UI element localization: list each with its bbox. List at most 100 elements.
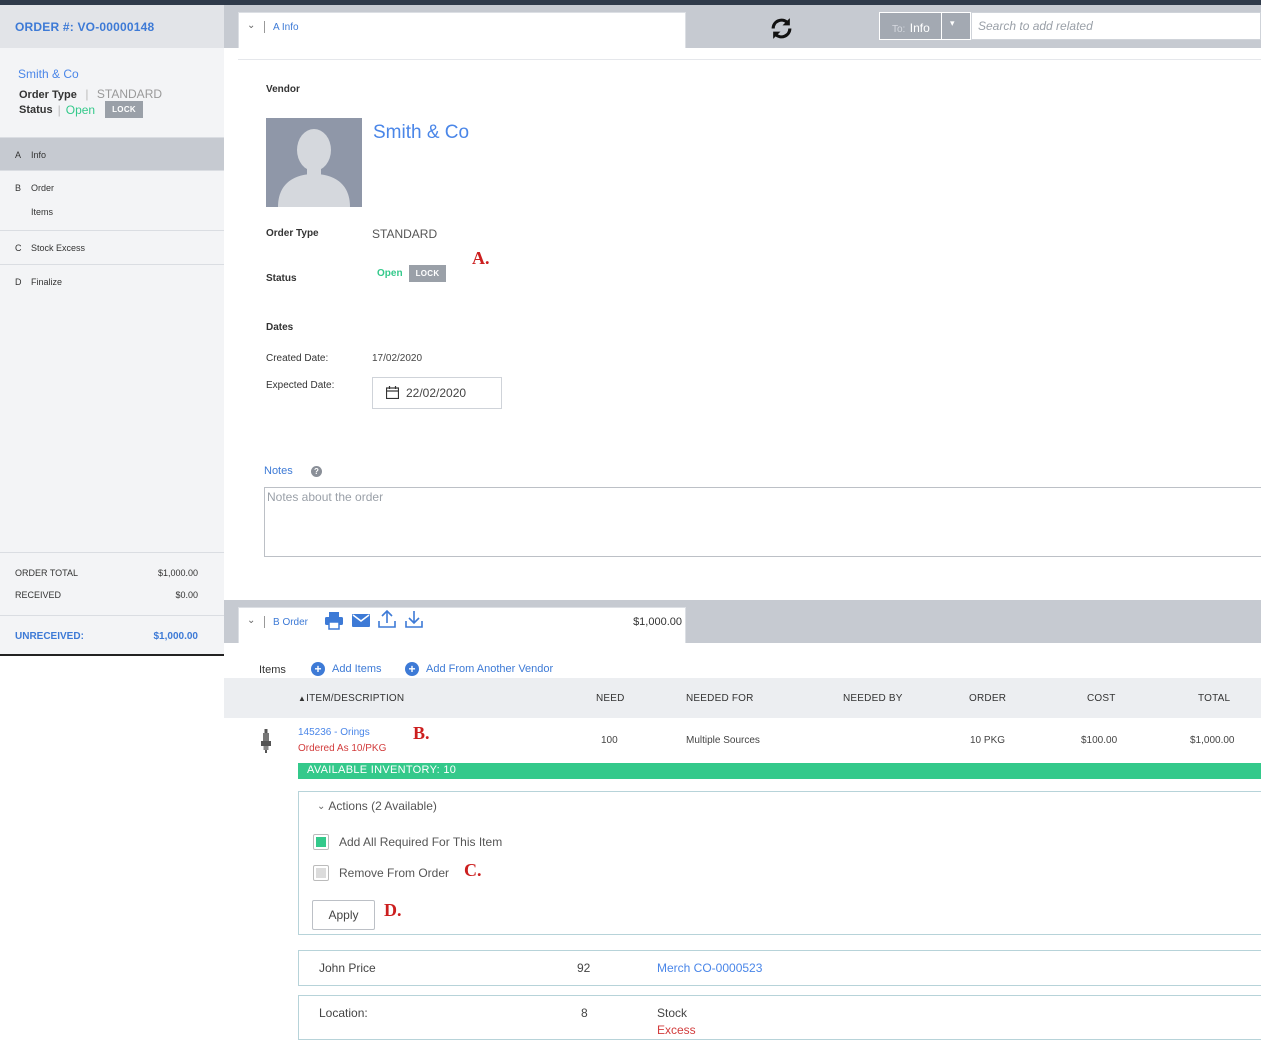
source-name: John Price: [319, 961, 376, 975]
received-value: $0.00: [175, 590, 198, 600]
lock-button[interactable]: LOCK: [105, 101, 143, 118]
ordered-as-text: Ordered As 10/PKG: [298, 743, 387, 754]
actions-title: Actions (2 Available): [328, 799, 437, 813]
to-selector[interactable]: To: Info ▾: [879, 12, 971, 40]
add-all-required-label[interactable]: Add All Required For This Item: [339, 835, 502, 849]
remove-from-order-checkbox[interactable]: [313, 865, 329, 881]
expected-date-label: Expected Date:: [266, 380, 335, 391]
source-ref-link[interactable]: Merch CO-0000523: [657, 961, 762, 975]
source-row: Location: 8 Stock Excess: [298, 995, 1261, 1040]
add-items-button[interactable]: + Add Items: [311, 662, 382, 676]
source-row: John Price 92 Merch CO-0000523: [298, 950, 1261, 986]
column-header-order[interactable]: ORDER: [969, 693, 1006, 704]
source-ref-sub: Excess: [657, 1023, 696, 1037]
lock-button[interactable]: LOCK: [408, 265, 447, 282]
needed-for-cell: Multiple Sources: [686, 735, 760, 746]
annotation-d: D.: [384, 900, 402, 920]
created-date-value: 17/02/2020: [372, 353, 423, 364]
download-icon[interactable]: [404, 609, 424, 634]
nav-label-finalize: Finalize: [31, 277, 63, 287]
total-cell: $1,000.00: [1190, 735, 1235, 746]
annotation-a: A.: [472, 248, 490, 268]
divider: [238, 59, 1261, 60]
remove-from-order-label[interactable]: Remove From Order: [339, 866, 449, 880]
source-name: Location:: [319, 1006, 368, 1020]
created-date-label: Created Date:: [266, 353, 329, 364]
refresh-icon[interactable]: [769, 16, 794, 41]
order-type-value: STANDARD: [96, 87, 163, 101]
column-header-cost[interactable]: COST: [1087, 693, 1116, 704]
column-header-needed-by[interactable]: NEEDED BY: [843, 693, 903, 704]
received-label: RECEIVED: [15, 590, 62, 600]
order-number: ORDER #: VO-00000148: [15, 20, 155, 34]
column-label: ITEM/DESCRIPTION: [306, 693, 405, 704]
vendor-name-link[interactable]: Smith & Co: [373, 122, 469, 144]
available-inventory-text: AVAILABLE INVENTORY: 10: [307, 764, 457, 776]
status-value: Open: [65, 102, 96, 117]
nav-letter: B: [15, 183, 22, 193]
nav-sublabel-items[interactable]: Items: [31, 207, 53, 217]
sidebar-vendor-link[interactable]: Smith & Co: [18, 67, 79, 81]
column-header-total[interactable]: TOTAL: [1198, 693, 1230, 704]
nav-letter: D: [15, 277, 22, 287]
cost-cell[interactable]: $100.00: [1081, 735, 1117, 746]
divider: [264, 21, 265, 33]
chevron-down-icon[interactable]: ⌄: [247, 20, 255, 31]
expected-date-value: 22/02/2020: [406, 386, 467, 400]
add-from-vendor-button[interactable]: + Add From Another Vendor: [405, 662, 553, 676]
nav-letter: A: [15, 150, 22, 160]
item-code-link[interactable]: 145236 - Orings: [298, 727, 370, 738]
need-cell: 100: [601, 735, 618, 746]
section-a-tab[interactable]: [238, 12, 686, 48]
order-qty-cell[interactable]: 10 PKG: [970, 735, 1005, 746]
to-value: Info: [909, 21, 930, 35]
vendor-label: Vendor: [266, 84, 300, 95]
email-icon[interactable]: [352, 614, 370, 632]
order-total: $1,000.00: [633, 616, 682, 628]
notes-label: Notes: [264, 465, 293, 477]
order-total-label: ORDER TOTAL: [15, 568, 79, 578]
plus-icon: +: [405, 662, 419, 676]
order-type-label: Order Type: [19, 89, 77, 101]
chevron-down-icon[interactable]: ⌄: [247, 615, 255, 626]
divider: [941, 13, 942, 39]
annotation-b: B.: [413, 723, 430, 743]
column-header-need[interactable]: NEED: [596, 693, 625, 704]
nav-letter: C: [15, 243, 22, 253]
annotation-c: C.: [464, 860, 482, 880]
apply-button[interactable]: Apply: [312, 900, 375, 930]
section-b-title: B Order: [273, 617, 309, 628]
nav-label-order: Order: [31, 183, 55, 193]
order-type-value: STANDARD: [372, 227, 438, 241]
avatar: [266, 118, 362, 207]
unreceived-value: $1,000.00: [153, 631, 199, 642]
items-label: Items: [259, 664, 286, 676]
separator: |: [85, 87, 89, 101]
expected-date-field[interactable]: 22/02/2020: [372, 377, 502, 409]
order-total-value: $1,000.00: [157, 568, 198, 578]
add-from-vendor-label: Add From Another Vendor: [426, 663, 554, 675]
upload-icon[interactable]: [377, 609, 397, 634]
print-icon[interactable]: [324, 612, 344, 635]
help-icon[interactable]: ?: [311, 466, 322, 477]
sort-up-icon: ▲: [298, 694, 307, 703]
calendar-icon: [385, 386, 400, 404]
column-header-item[interactable]: ▲ITEM/DESCRIPTION: [298, 693, 404, 704]
section-a-title: A Info: [273, 22, 299, 33]
actions-panel: [298, 791, 1261, 935]
caret-down-icon[interactable]: ▾: [950, 18, 955, 29]
column-header-needed-for[interactable]: NEEDED FOR: [686, 693, 754, 704]
add-items-label: Add Items: [332, 663, 382, 675]
source-qty: 92: [577, 961, 591, 975]
notes-textarea[interactable]: [265, 488, 1261, 556]
nav-label-stock-excess: Stock Excess: [31, 243, 86, 253]
separator: |: [57, 102, 61, 117]
search-input[interactable]: [972, 13, 1260, 39]
actions-toggle[interactable]: ⌄ Actions (2 Available): [317, 799, 437, 813]
status-value: Open: [377, 268, 403, 279]
dates-label: Dates: [266, 322, 294, 333]
search-box: [971, 12, 1261, 40]
sidebar-item-order[interactable]: [0, 171, 224, 230]
available-inventory-banner: AVAILABLE INVENTORY: 10: [298, 763, 1261, 779]
add-all-required-checkbox[interactable]: [313, 834, 329, 850]
